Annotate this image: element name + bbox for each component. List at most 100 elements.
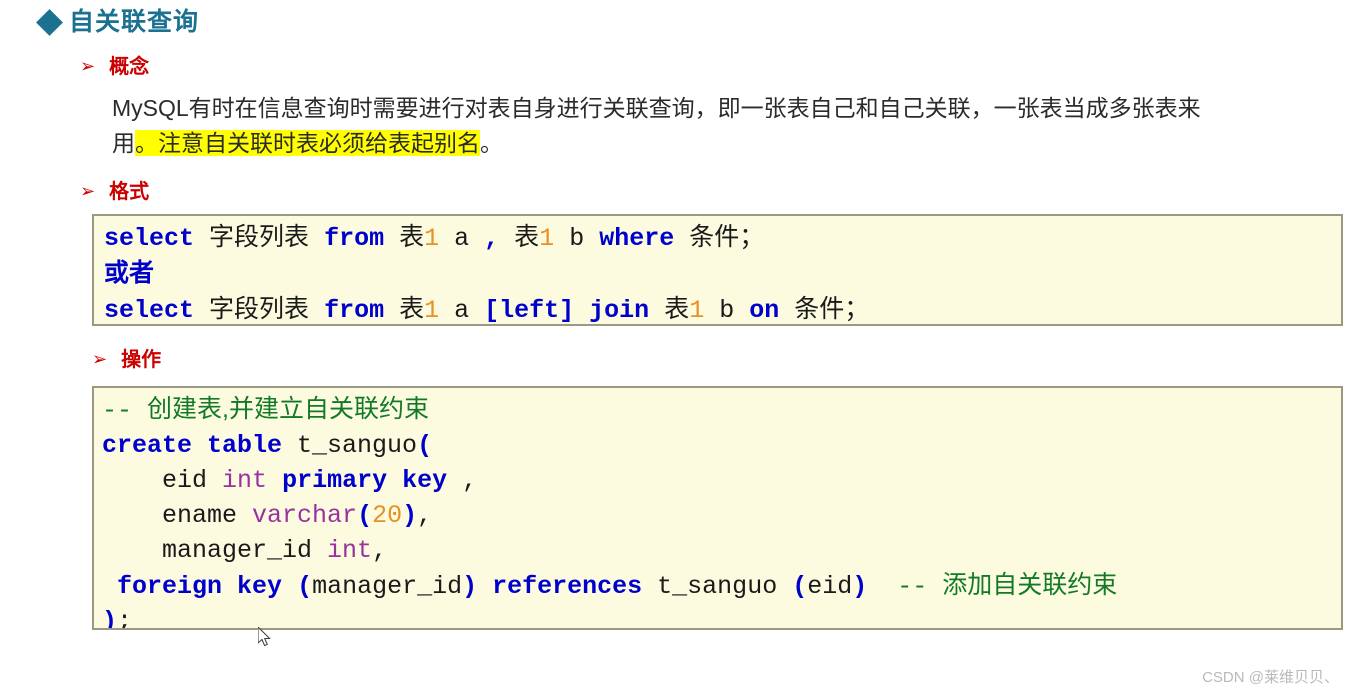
code-token: 创建表,并建立自关联约束 [147, 395, 429, 423]
code-token: manager_id [102, 536, 328, 565]
code-token: eid [807, 572, 853, 601]
code-token: int [222, 466, 268, 495]
code-token: , [372, 536, 388, 565]
arrow-bullet-icon: ➢ [80, 56, 96, 77]
code-token: from [324, 296, 385, 325]
code-line: eid int primary key , [102, 463, 1341, 498]
sub-heading-concept: ➢ 概念 [80, 57, 1351, 77]
code-token: foreign key [117, 572, 283, 601]
section-title-label: 自关联查询 [69, 8, 200, 36]
arrow-bullet-icon: ➢ [80, 181, 96, 202]
code-token: 1 [424, 296, 440, 325]
sub-heading-operation-label: 操作 [121, 349, 162, 371]
code-token: 条件； [794, 295, 870, 323]
code-token: 1 [424, 224, 440, 253]
code-line: -- 创建表,并建立自关联约束 [102, 392, 1341, 428]
code-token: from [324, 224, 385, 253]
sub-heading-format-label: 格式 [109, 181, 150, 203]
mouse-cursor-icon [258, 627, 271, 647]
code-token: primary key [282, 466, 448, 495]
code-token: , [417, 501, 433, 530]
code-block-operation: -- 创建表,并建立自关联约束 create table t_sanguo( ei… [92, 386, 1343, 630]
code-token: manager_id [312, 572, 463, 601]
code-token: where [599, 224, 675, 253]
code-token: ( [792, 572, 808, 601]
code-token: 1 [689, 296, 705, 325]
code-token: ) [852, 572, 868, 601]
code-token: eid [102, 466, 223, 495]
concept-paragraph: MySQL有时在信息查询时需要进行对表自身进行关联查询，即一张表自己和自己关联，… [112, 91, 1242, 160]
code-token: -- [897, 572, 943, 601]
sub-heading-format: ➢ 格式 [80, 182, 1351, 202]
sub-heading-concept-label: 概念 [109, 56, 150, 78]
code-token: ( [417, 431, 433, 460]
code-token: ) [462, 572, 478, 601]
code-token: 字段列表 [209, 295, 310, 323]
code-line: select 字段列表 from 表1 a , 表1 b where 条件； [104, 220, 1341, 256]
code-token: t_sanguo [642, 572, 793, 601]
code-line: foreign key (manager_id) references t_sa… [102, 568, 1341, 604]
code-token: 或者 [104, 259, 155, 287]
code-line: manager_id int, [102, 533, 1341, 568]
code-line: create table t_sanguo( [102, 428, 1341, 463]
code-token: select [104, 224, 195, 253]
code-token: 表 [399, 295, 425, 323]
page-title: 自关联查询 [36, 8, 1351, 36]
code-token: ) [402, 501, 418, 530]
code-token: ) [102, 607, 118, 630]
code-token: 表 [664, 295, 690, 323]
code-token: b [554, 224, 600, 253]
code-block-format: select 字段列表 from 表1 a , 表1 b where 条件； 或者… [92, 214, 1343, 326]
diamond-bullet-icon [36, 9, 63, 36]
code-token: on [749, 296, 780, 325]
code-token: ( [297, 572, 313, 601]
code-line: ); [102, 604, 1341, 630]
code-token: references [492, 572, 643, 601]
code-token: ; [117, 607, 133, 630]
code-token: create table [102, 431, 283, 460]
concept-text-highlighted: 。注意自关联时表必须给表起别名 [135, 129, 480, 156]
code-token: [left] [484, 296, 575, 325]
code-token: 表 [514, 223, 540, 251]
code-line: 或者 [104, 256, 1341, 292]
code-token: select [104, 296, 195, 325]
code-token: varchar [252, 501, 358, 530]
code-token: 表 [399, 223, 425, 251]
code-token: b [704, 296, 750, 325]
code-token: , [484, 224, 500, 253]
code-token: -- [102, 396, 148, 425]
code-token: 添加自关联约束 [942, 571, 1118, 599]
code-token: join [589, 296, 650, 325]
code-token: , [447, 466, 478, 495]
code-token: ( [357, 501, 373, 530]
sub-heading-operation: ➢ 操作 [92, 350, 1351, 370]
code-token: a [439, 296, 485, 325]
code-token: 条件； [689, 223, 765, 251]
code-token: a [439, 224, 485, 253]
code-token: t_sanguo [282, 431, 418, 460]
code-token: 20 [372, 501, 403, 530]
code-token: int [327, 536, 373, 565]
code-line: ename varchar(20), [102, 498, 1341, 533]
code-line: select 字段列表 from 表1 a [left] join 表1 b o… [104, 292, 1341, 325]
code-token: ename [102, 501, 253, 530]
arrow-bullet-icon: ➢ [92, 349, 108, 370]
code-token: 1 [539, 224, 555, 253]
code-token: 字段列表 [209, 223, 310, 251]
watermark: CSDN @莱维贝贝、 [1202, 669, 1339, 686]
concept-text-tail: 。 [480, 129, 503, 156]
